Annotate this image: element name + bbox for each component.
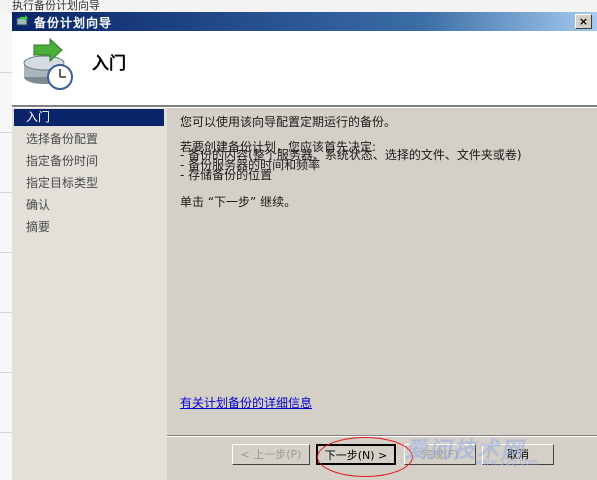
backup-app-icon: [16, 15, 28, 26]
nav-step-summary[interactable]: 摘要: [14, 219, 164, 236]
footer-divider: [167, 435, 597, 437]
close-button[interactable]: ×: [575, 14, 592, 29]
wizard-steps-nav: 入门 选择备份配置 指定备份时间 指定目标类型 确认 摘要: [12, 108, 167, 480]
dialog-title: 备份计划向导: [34, 16, 113, 30]
annotation-circle: [317, 437, 413, 477]
page-title: 入门: [92, 54, 126, 74]
nav-step-backup-time[interactable]: 指定备份时间: [14, 153, 164, 170]
wizard-header: 入门: [12, 31, 597, 105]
nav-step-getting-started[interactable]: 入门: [14, 109, 164, 126]
cancel-button[interactable]: 取消: [482, 444, 554, 465]
finish-button[interactable]: 完成(F): [404, 444, 476, 465]
intro-text: 您可以使用该向导配置定期运行的备份。: [180, 115, 397, 129]
background-window-strip: 执行备份计划向导: [0, 0, 597, 12]
nav-step-target-type[interactable]: 指定目标类型: [14, 175, 164, 192]
nav-step-backup-config[interactable]: 选择备份配置: [14, 131, 164, 148]
help-link[interactable]: 有关计划备份的详细信息: [180, 394, 312, 411]
backup-schedule-wizard-dialog: 备份计划向导 × 入门 入门 选择备份配置 指定备份时间 指定目标类型 确认 摘…: [12, 12, 597, 480]
backup-schedule-icon: [23, 37, 73, 90]
nav-step-confirm[interactable]: 确认: [14, 197, 164, 214]
continue-text: 单击 “下一步” 继续。: [180, 195, 297, 209]
background-strip-text: 执行备份计划向导: [12, 0, 100, 12]
wizard-content: 您可以使用该向导配置定期运行的备份。 若要创建备份计划，您应该首先决定: - 备…: [167, 108, 597, 480]
title-bar[interactable]: 备份计划向导 ×: [12, 12, 597, 31]
bullet-backup-location: - 存储备份的位置: [180, 168, 273, 182]
prev-button[interactable]: < 上一步(P): [232, 444, 310, 465]
